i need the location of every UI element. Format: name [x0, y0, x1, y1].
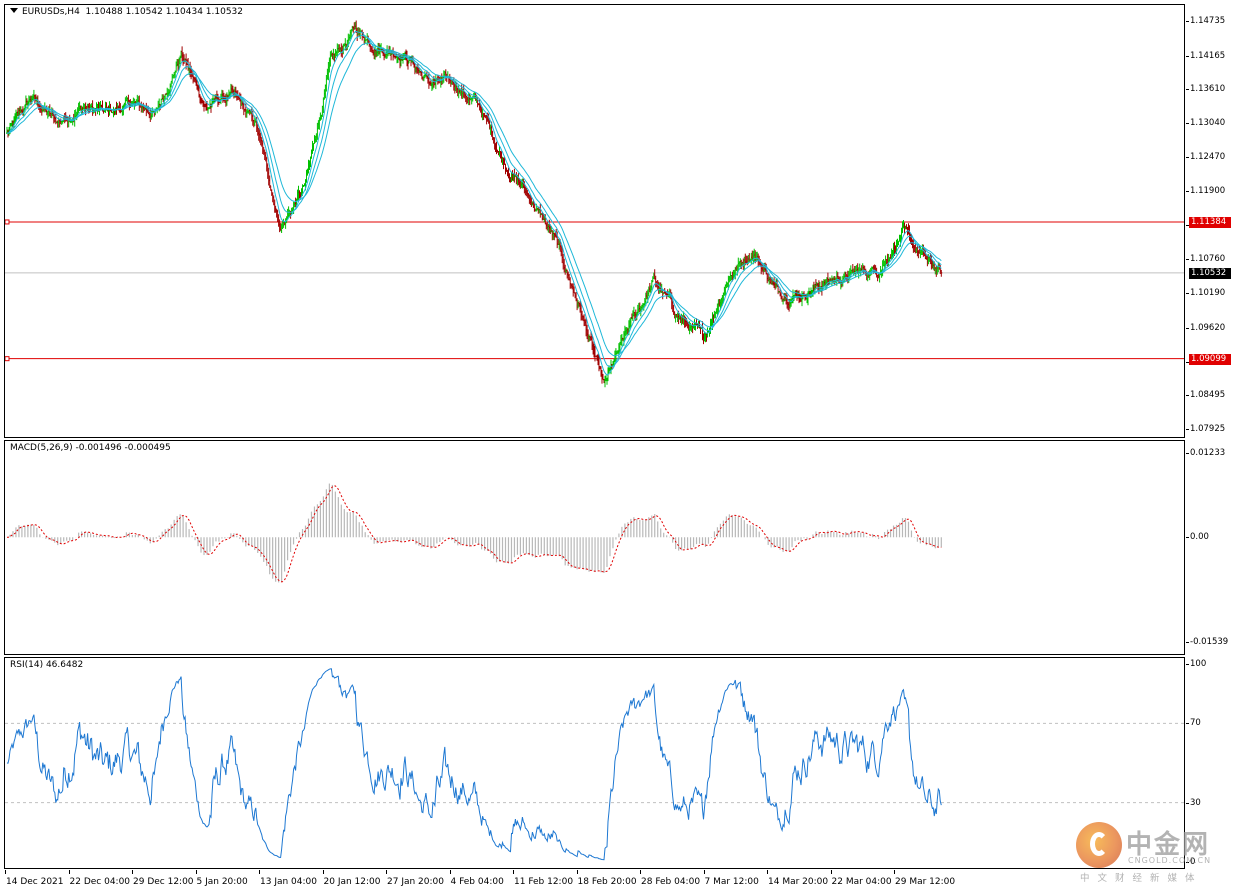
level-price-tag: 1.11384 — [1189, 216, 1231, 228]
price-tick-mark — [1186, 191, 1189, 193]
price-tick-mark — [1186, 327, 1189, 329]
time-tick-label: 7 Mar 12:00 — [704, 877, 759, 887]
time-axis[interactable]: 14 Dec 2021 22 Dec 04:00 29 Dec 12:00 5 Jan… — [4, 870, 1185, 892]
price-tick-label: 1.08495 — [1190, 389, 1226, 400]
symbol-name: EURUSDs,H4 — [22, 7, 80, 17]
price-tick-mark — [1186, 122, 1189, 124]
time-tick-label: 27 Jan 20:00 — [387, 877, 444, 887]
rsi-tick-mark — [1186, 723, 1189, 725]
macd-label: MACD(5,26,9) -0.001496 -0.000495 — [10, 443, 171, 453]
time-tick-mark — [386, 870, 387, 874]
price-tick-mark — [1186, 293, 1189, 295]
macd-tick-label: 0.00 — [1190, 532, 1209, 543]
symbol-header: EURUSDs,H4 1.10488 1.10542 1.10434 1.105… — [10, 7, 243, 17]
rsi-tick-mark — [1186, 802, 1189, 804]
moving-average-line — [7, 34, 942, 368]
rsi-tick-label: 70 — [1190, 718, 1201, 729]
price-tick-mark — [1186, 259, 1189, 261]
price-tick-mark — [1186, 88, 1189, 90]
macd-tick-label: 0.01233 — [1190, 448, 1226, 459]
macd-canvas[interactable] — [5, 441, 1184, 654]
current-price-tag: 1.10532 — [1189, 267, 1231, 279]
time-tick-mark — [68, 870, 70, 874]
rsi-line — [6, 668, 942, 861]
level-handle[interactable] — [5, 219, 10, 225]
price-tick-mark — [1186, 428, 1189, 430]
price-tick-mark — [1186, 156, 1189, 158]
price-tick-label: 1.10760 — [1190, 254, 1226, 265]
time-tick-label: 11 Feb 12:00 — [514, 877, 574, 887]
price-axis[interactable]: 1.14735 1.14165 1.13610 1.13040 1.12470 1.119… — [1186, 4, 1234, 438]
time-tick-mark — [195, 870, 197, 874]
price-chart-canvas[interactable] — [5, 5, 1184, 437]
price-tick-label: 1.10190 — [1190, 288, 1226, 299]
time-tick-mark — [703, 870, 705, 874]
ohlc-values: 1.10488 1.10542 1.10434 1.10532 — [85, 7, 243, 17]
time-tick-label: 14 Mar 20:00 — [768, 877, 829, 887]
price-tick-label: 1.14735 — [1190, 16, 1226, 27]
price-tick-label: 1.14165 — [1190, 50, 1226, 61]
time-tick-mark — [830, 870, 832, 874]
time-tick-label: 14 Dec 2021 — [6, 877, 64, 887]
macd-tick-mark — [1186, 537, 1189, 539]
rsi-panel[interactable]: RSI(14) 46.6482 — [4, 657, 1185, 869]
dropdown-triangle-icon[interactable] — [10, 8, 18, 13]
time-tick-label: 18 Feb 20:00 — [577, 877, 637, 887]
time-tick-label: 29 Mar 12:00 — [895, 877, 956, 887]
macd-panel[interactable]: MACD(5,26,9) -0.001496 -0.000495 — [4, 440, 1185, 655]
ohlc-bars — [6, 20, 943, 388]
time-tick-label: 28 Feb 04:00 — [641, 877, 701, 887]
macd-histogram — [9, 483, 942, 583]
rsi-tick-mark — [1186, 664, 1189, 665]
time-tick-mark — [894, 870, 895, 874]
price-tick-mark — [1186, 21, 1189, 23]
rsi-label: RSI(14) 46.6482 — [10, 660, 84, 670]
time-tick-mark — [5, 870, 6, 874]
time-tick-label: 13 Jan 04:00 — [260, 877, 317, 887]
logo-tagline: 中文财经新媒体 — [1080, 873, 1203, 884]
time-tick-mark — [449, 870, 451, 874]
time-tick-mark — [767, 870, 768, 874]
price-chart-panel[interactable]: EURUSDs,H4 1.10488 1.10542 1.10434 1.105… — [4, 4, 1185, 438]
level-handle[interactable] — [5, 356, 10, 362]
time-tick-label: 22 Dec 04:00 — [69, 877, 131, 887]
time-tick-mark — [322, 870, 324, 874]
cngold-logo-icon — [1076, 822, 1122, 868]
rsi-tick-label: 30 — [1190, 797, 1201, 808]
price-tick-mark — [1186, 55, 1189, 57]
macd-tick-label: -0.01539 — [1190, 637, 1229, 648]
level-price-tag: 1.09099 — [1189, 353, 1231, 365]
time-tick-mark — [576, 870, 578, 874]
time-tick-label: 5 Jan 20:00 — [196, 877, 248, 887]
price-tick-label: 1.07925 — [1190, 423, 1226, 434]
time-tick-label: 4 Feb 04:00 — [450, 877, 504, 887]
price-tick-mark — [1186, 394, 1189, 396]
price-tick-label: 1.09620 — [1190, 322, 1226, 333]
macd-tick-mark — [1186, 642, 1189, 644]
moving-average-line — [6, 30, 942, 376]
price-tick-label: 1.11900 — [1190, 186, 1226, 197]
time-tick-label: 22 Mar 04:00 — [831, 877, 892, 887]
logo-site: CNGOLD.COM.CN — [1128, 856, 1212, 865]
rsi-canvas[interactable] — [5, 658, 1184, 868]
macd-signal-line — [7, 485, 942, 583]
macd-tick-mark — [1186, 453, 1189, 455]
time-tick-mark — [513, 870, 514, 874]
time-tick-label: 20 Jan 12:00 — [323, 877, 381, 887]
price-tick-label: 1.13040 — [1190, 117, 1226, 128]
time-tick-label: 29 Dec 12:00 — [133, 877, 194, 887]
price-tick-label: 1.13610 — [1190, 83, 1226, 94]
cngold-logo: 中金网 CNGOLD.COM.CN 中文财经新媒体 — [1076, 822, 1226, 888]
price-tick-label: 1.12470 — [1190, 151, 1226, 162]
rsi-tick-label: 100 — [1190, 659, 1207, 669]
macd-axis: 0.01233 0.00 -0.01539 — [1186, 440, 1234, 655]
time-tick-mark — [132, 870, 133, 874]
time-tick-mark — [259, 870, 260, 874]
time-tick-mark — [640, 870, 641, 874]
moving-average-line — [7, 42, 942, 357]
